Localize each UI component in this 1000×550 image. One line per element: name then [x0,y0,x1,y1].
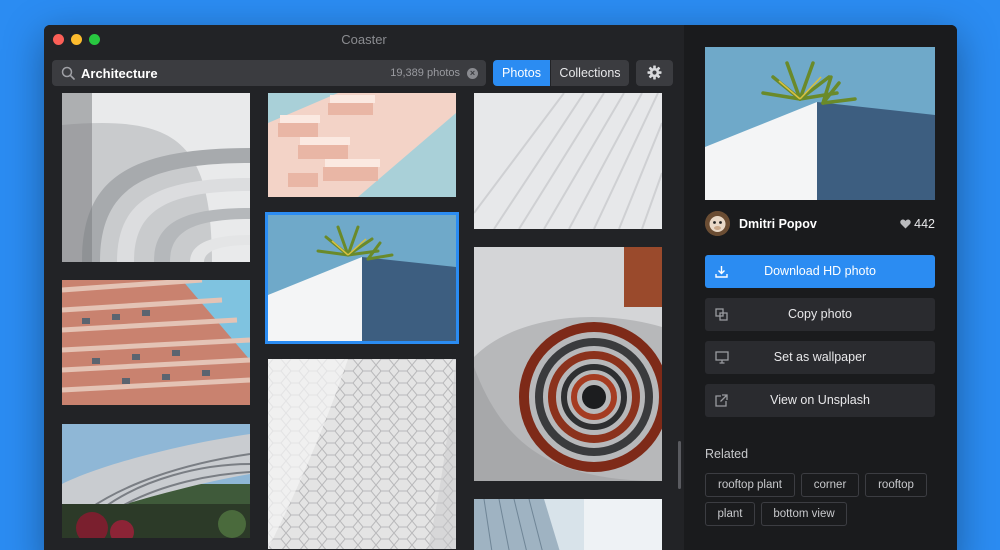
photo-rooftop-palm-corner[interactable] [265,212,459,344]
related-heading: Related [705,447,749,461]
photo-spiral-staircase[interactable] [474,247,662,481]
gear-icon [647,65,662,80]
external-link-icon [715,394,728,407]
tag-rooftop-plant[interactable]: rooftop plant [705,473,795,497]
heart-icon [900,219,911,229]
tag-corner[interactable]: corner [801,473,859,497]
set-wallpaper-label: Set as wallpaper [773,350,867,364]
like-count-value: 442 [914,217,935,231]
photo-pink-tiered-building[interactable] [268,93,456,197]
copy-photo-button[interactable]: Copy photo [705,298,935,331]
photo-detail-panel: Dmitri Popov 442 Download HD photo Copy … [684,25,957,550]
photo-white-curved-arches[interactable] [62,93,250,262]
copy-icon [715,308,728,321]
search-result-count: 19,389 photos [390,67,460,79]
search-icon [61,66,75,80]
view-on-unsplash-label: View on Unsplash [770,393,870,407]
download-hd-button[interactable]: Download HD photo [705,255,935,288]
download-hd-label: Download HD photo [764,264,876,278]
tab-photos[interactable]: Photos [493,60,550,86]
like-count[interactable]: 442 [900,217,935,231]
settings-button[interactable] [636,60,673,86]
photo-white-hexagon-tiles[interactable] [268,359,456,549]
toolbar: Architecture 19,389 photos × Photos Coll… [44,53,684,93]
browse-pane: Coaster Architecture 19,389 photos × Pho… [44,25,684,550]
download-icon [715,266,728,278]
titlebar[interactable]: Coaster [44,25,684,53]
copy-photo-label: Copy photo [788,307,852,321]
photo-grid [44,93,684,550]
view-on-unsplash-button[interactable]: View on Unsplash [705,384,935,417]
author-name[interactable]: Dmitri Popov [739,217,817,231]
tag-plant[interactable]: plant [705,502,755,526]
photo-curved-glass-building[interactable] [62,424,250,538]
tag-rooftop[interactable]: rooftop [865,473,927,497]
photo-glass-facade-partial[interactable] [474,499,662,550]
grid-scrollbar[interactable] [678,441,681,489]
search-bar[interactable]: Architecture 19,389 photos × [52,60,486,86]
photo-red-striped-tower[interactable] [62,280,250,405]
app-window: Coaster Architecture 19,389 photos × Pho… [44,25,957,550]
search-input[interactable]: Architecture [81,66,158,81]
set-wallpaper-button[interactable]: Set as wallpaper [705,341,935,374]
avatar[interactable] [705,211,730,236]
tag-bottom-view[interactable]: bottom view [761,502,847,526]
photo-white-ribbed-facade[interactable] [474,93,662,229]
clear-search-icon[interactable]: × [467,68,478,79]
monitor-icon [715,351,729,364]
photo-preview [705,47,935,200]
tab-collections[interactable]: Collections [551,60,629,86]
window-title: Coaster [341,32,387,47]
